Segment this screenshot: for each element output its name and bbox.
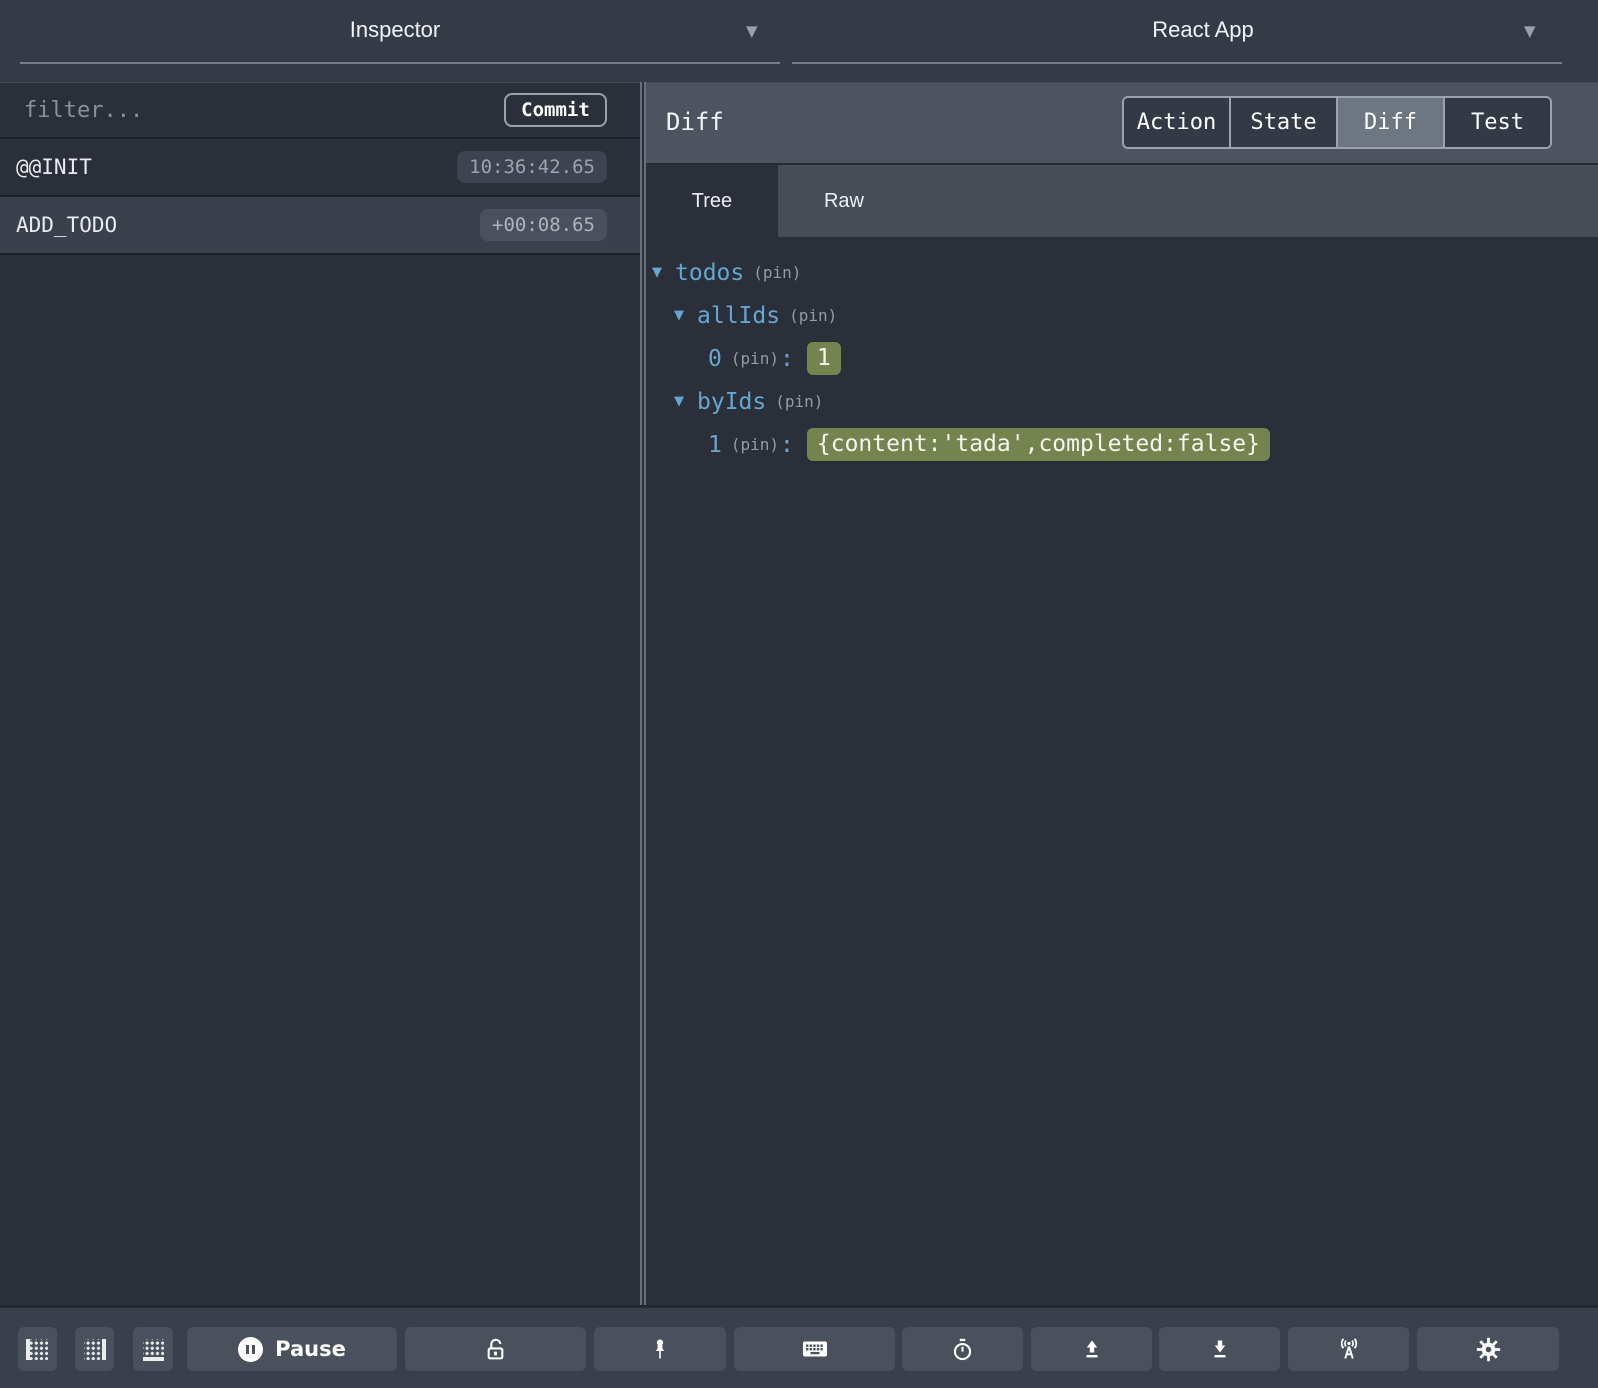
filter-row: Commit (0, 83, 640, 139)
action-name: ADD_TODO (16, 213, 118, 237)
tab-action[interactable]: Action (1124, 98, 1229, 147)
action-row-init[interactable]: @@INIT 10:36:42.65 (0, 139, 640, 197)
lock-icon (484, 1338, 507, 1361)
dock-left-icon (26, 1338, 48, 1360)
keyboard-button[interactable] (734, 1327, 895, 1371)
remote-button[interactable] (1288, 1327, 1409, 1371)
tab-state[interactable]: State (1229, 98, 1336, 147)
tree-leaf-1[interactable]: 1 (pin) : {content:'tada',completed:fals… (646, 423, 1598, 466)
top-bar: Inspector React App ▼ ▼ (0, 0, 1598, 82)
dock-right-button[interactable] (75, 1327, 114, 1371)
detail-tab-group: Action State Diff Test (1122, 96, 1552, 149)
tree-node-todos[interactable]: ▼ todos (pin) (646, 251, 1598, 294)
collapse-arrow-icon[interactable]: ▼ (652, 265, 668, 280)
download-icon (1209, 1338, 1231, 1360)
stopwatch-button[interactable] (902, 1327, 1023, 1371)
colon-separator: : (780, 345, 794, 372)
selector-underline (20, 62, 780, 64)
upload-icon (1081, 1338, 1103, 1360)
selector-underline (792, 62, 1562, 64)
pin-link[interactable]: (pin) (731, 349, 779, 368)
tab-test[interactable]: Test (1443, 98, 1550, 147)
tree-node-allids[interactable]: ▼ allIds (pin) (646, 294, 1598, 337)
tab-raw[interactable]: Raw (778, 165, 910, 237)
colon-separator: : (780, 431, 794, 458)
view-mode-tabs: Tree Raw (646, 165, 1598, 237)
pin-link[interactable]: (pin) (789, 306, 837, 325)
tree-key[interactable]: byIds (697, 389, 766, 415)
action-timestamp: +00:08.65 (480, 209, 607, 241)
action-row-add-todo[interactable]: ADD_TODO +00:08.65 (0, 197, 640, 255)
dock-left-button[interactable] (18, 1327, 57, 1371)
pin-link[interactable]: (pin) (775, 392, 823, 411)
tree-node-byids[interactable]: ▼ byIds (pin) (646, 380, 1598, 423)
action-list-panel: Commit @@INIT 10:36:42.65 ADD_TODO +00:0… (0, 82, 640, 1305)
download-button[interactable] (1159, 1327, 1280, 1371)
collapse-arrow-icon[interactable]: ▼ (674, 308, 690, 323)
tab-tree[interactable]: Tree (646, 165, 778, 237)
chevron-down-icon[interactable]: ▼ (746, 22, 758, 40)
collapse-arrow-icon[interactable]: ▼ (674, 394, 690, 409)
detail-header: Diff Action State Diff Test (646, 83, 1598, 165)
stopwatch-icon (951, 1338, 974, 1361)
monitor-selector-label: Inspector (349, 17, 441, 42)
settings-button[interactable] (1417, 1327, 1559, 1371)
filter-input[interactable] (22, 96, 446, 124)
lock-button[interactable] (405, 1327, 586, 1371)
tree-leaf-0[interactable]: 0 (pin) : 1 (646, 337, 1598, 380)
tree-key[interactable]: allIds (697, 303, 780, 329)
commit-button[interactable]: Commit (504, 93, 607, 127)
pin-button[interactable] (594, 1327, 726, 1371)
dock-bottom-icon (142, 1338, 164, 1361)
monitor-selector[interactable]: Inspector (0, 0, 790, 82)
action-name: @@INIT (16, 155, 92, 179)
pause-button-label: Pause (275, 1337, 346, 1361)
broadcast-icon (1337, 1337, 1361, 1361)
bottom-toolbar: Pause (0, 1305, 1598, 1388)
value-badge: 1 (806, 342, 841, 375)
dock-bottom-button[interactable] (133, 1327, 173, 1371)
action-timestamp: 10:36:42.65 (457, 151, 607, 183)
detail-panel: Diff Action State Diff Test Tree Raw ▼ t… (646, 82, 1598, 1305)
instance-selector[interactable]: React App (808, 0, 1598, 82)
gear-icon (1476, 1337, 1501, 1362)
tab-diff[interactable]: Diff (1336, 98, 1443, 147)
page-title: Diff (666, 108, 724, 136)
dock-right-icon (84, 1338, 106, 1360)
diff-tree: ▼ todos (pin) ▼ allIds (pin) 0 (pin) : 1… (646, 237, 1598, 466)
pin-icon (649, 1338, 671, 1360)
upload-button[interactable] (1031, 1327, 1152, 1371)
instance-selector-label: React App (1152, 17, 1254, 42)
chevron-down-icon[interactable]: ▼ (1524, 22, 1536, 40)
tree-key[interactable]: 1 (708, 432, 722, 458)
pause-button[interactable]: Pause (187, 1327, 397, 1371)
pause-icon (238, 1336, 264, 1362)
pin-link[interactable]: (pin) (731, 435, 779, 454)
pin-link[interactable]: (pin) (753, 263, 801, 282)
tree-key[interactable]: 0 (708, 346, 722, 372)
keyboard-icon (802, 1339, 828, 1359)
value-badge: {content:'tada',completed:false} (806, 428, 1270, 461)
tree-key[interactable]: todos (675, 260, 744, 286)
